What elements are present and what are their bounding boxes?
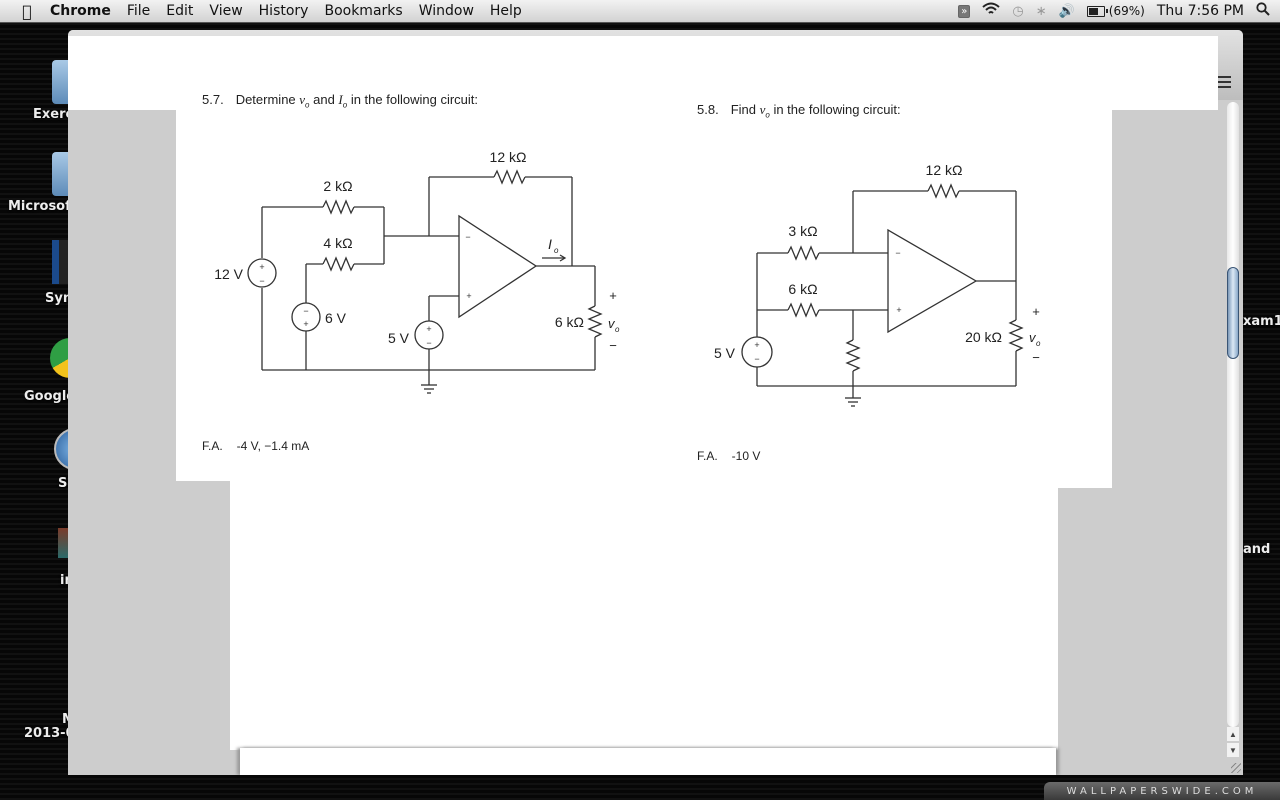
battery-percent: (69%) — [1108, 4, 1145, 18]
polarity-plus: + — [303, 319, 308, 329]
menu-help[interactable]: Help — [490, 3, 522, 19]
polarity-minus: − — [426, 338, 431, 348]
wallpaper-watermark: WALLPAPERSWIDE.COM — [1044, 782, 1280, 800]
menu-app-name[interactable]: Chrome — [50, 3, 111, 19]
label-io-sub: o — [554, 246, 559, 255]
problem-number: 5.7. — [202, 92, 224, 107]
apple-icon[interactable]:  — [18, 2, 36, 21]
resistor-20k — [1008, 319, 1024, 352]
spotlight-search-icon[interactable] — [1256, 2, 1270, 20]
resistor-6k — [787, 302, 820, 318]
label-r-mid: 4 kΩ — [323, 235, 352, 251]
desktop-icon-label[interactable]: Microsoft — [8, 199, 77, 214]
answer-label: F.A. — [202, 439, 223, 453]
menu-window[interactable]: Window — [419, 3, 474, 19]
problem-5-7-prompt: 5.7. Determine vo and Io in the following… — [202, 92, 478, 110]
problem-5-8-answer: F.A. -10 V — [697, 449, 760, 463]
time-machine-icon[interactable]: ◷ — [1012, 4, 1023, 19]
resistor-12k — [493, 169, 526, 185]
resistor-3k — [787, 245, 820, 261]
problem-5-8-prompt: 5.8. Find vo in the following circuit: — [697, 102, 901, 120]
prompt-text: and — [309, 92, 339, 107]
menu-bookmarks[interactable]: Bookmarks — [324, 3, 402, 19]
resistor-12k — [927, 183, 960, 199]
prompt-text: in the following circuit: — [769, 102, 901, 117]
problem-5-7-answer: F.A. -4 V, −1.4 mA — [202, 439, 309, 453]
label-io: I — [548, 236, 552, 252]
polarity-minus: − — [303, 306, 308, 316]
prompt-text: Determine — [235, 92, 300, 107]
battery-status[interactable]: (69%) — [1086, 4, 1145, 18]
label-vout-sub: o — [615, 325, 620, 334]
menu-bar:  Chrome File Edit View History Bookmark… — [0, 0, 1280, 23]
prompt-text: Find — [730, 102, 760, 117]
battery-fill — [1088, 7, 1098, 15]
desktop-icon-label[interactable]: xam1 — [1243, 314, 1280, 329]
airplay-icon[interactable]: » — [958, 4, 971, 18]
chrome-menu-button[interactable] — [1217, 76, 1231, 88]
prompt-text: in the following circuit: — [347, 92, 478, 107]
opamp-inverting-label: − — [895, 248, 900, 258]
menu-view[interactable]: View — [209, 3, 242, 19]
label-src-6v: 6 V — [325, 310, 347, 326]
polarity-plus: + — [426, 324, 431, 334]
label-r-top: 3 kΩ — [788, 223, 817, 239]
volume-icon[interactable]: 🔊 — [1059, 4, 1075, 19]
circuit-5-7: + − − + + − − + 12 kΩ 2 kΩ 4 kΩ 12 V 6 V… — [214, 149, 620, 394]
polarity-minus: − — [754, 354, 759, 364]
opamp-inverting-label: − — [465, 232, 470, 242]
resistor-6k — [587, 305, 603, 338]
answer-label: F.A. — [697, 449, 718, 463]
desktop-icon-label[interactable]: and — [1243, 542, 1270, 557]
vout-minus: − — [609, 338, 617, 353]
resistor-4k — [322, 256, 355, 272]
polarity-plus: + — [754, 340, 759, 350]
menu-file[interactable]: File — [127, 3, 150, 19]
scroll-down-button[interactable]: ▼ — [1227, 743, 1239, 757]
vertical-scrollbar-track[interactable] — [1227, 102, 1239, 727]
opamp-noninverting-label: + — [896, 305, 901, 315]
label-r-load: 20 kΩ — [965, 329, 1002, 345]
content-panel-bottom — [240, 748, 1056, 775]
polarity-plus: + — [259, 262, 264, 272]
pdf-page-right-top — [1058, 110, 1112, 488]
answer-value: -4 V, −1.4 mA — [236, 439, 310, 453]
problem-number: 5.8. — [697, 102, 719, 117]
bluetooth-icon[interactable]: ∗ — [1036, 4, 1047, 19]
vertical-scrollbar-thumb[interactable] — [1227, 267, 1239, 359]
menu-history[interactable]: History — [259, 3, 309, 19]
vout-plus: + — [609, 288, 617, 303]
wifi-icon[interactable] — [982, 2, 1001, 20]
scroll-up-button[interactable]: ▲ — [1227, 727, 1239, 741]
vout-minus: − — [1032, 350, 1040, 365]
label-src-5v: 5 V — [714, 345, 736, 361]
label-r-top: 2 kΩ — [323, 178, 352, 194]
label-src-5v: 5 V — [388, 330, 410, 346]
label-r-feedback: 12 kΩ — [926, 162, 963, 178]
menu-bar-line — [1217, 81, 1231, 83]
clock[interactable]: Thu 7:56 PM — [1157, 3, 1244, 19]
label-src-12v: 12 V — [214, 266, 243, 282]
menu-edit[interactable]: Edit — [166, 3, 193, 19]
resistor-unlabeled — [845, 339, 861, 372]
opamp-noninverting-label: + — [466, 291, 471, 301]
label-r-feedback: 12 kΩ — [490, 149, 527, 165]
op-amp — [887, 228, 978, 334]
battery-icon — [1086, 5, 1108, 17]
menu-bar-line — [1217, 76, 1231, 78]
answer-value: -10 V — [731, 449, 761, 463]
label-vout-sub: o — [1036, 339, 1041, 348]
circuit-5-8: + − − + 12 kΩ 3 kΩ 6 kΩ 5 V 20 kΩ + − v … — [714, 162, 1041, 407]
polarity-minus: − — [259, 276, 264, 286]
label-r-load: 6 kΩ — [555, 314, 584, 330]
label-r-mid: 6 kΩ — [788, 281, 817, 297]
browser-window: 5.7. Determine vo and Io in the following… — [68, 30, 1243, 775]
resistor-2k — [322, 199, 355, 215]
vout-plus: + — [1032, 304, 1040, 319]
menu-bar-line — [1217, 86, 1231, 88]
resize-grip-icon[interactable] — [1231, 763, 1241, 773]
